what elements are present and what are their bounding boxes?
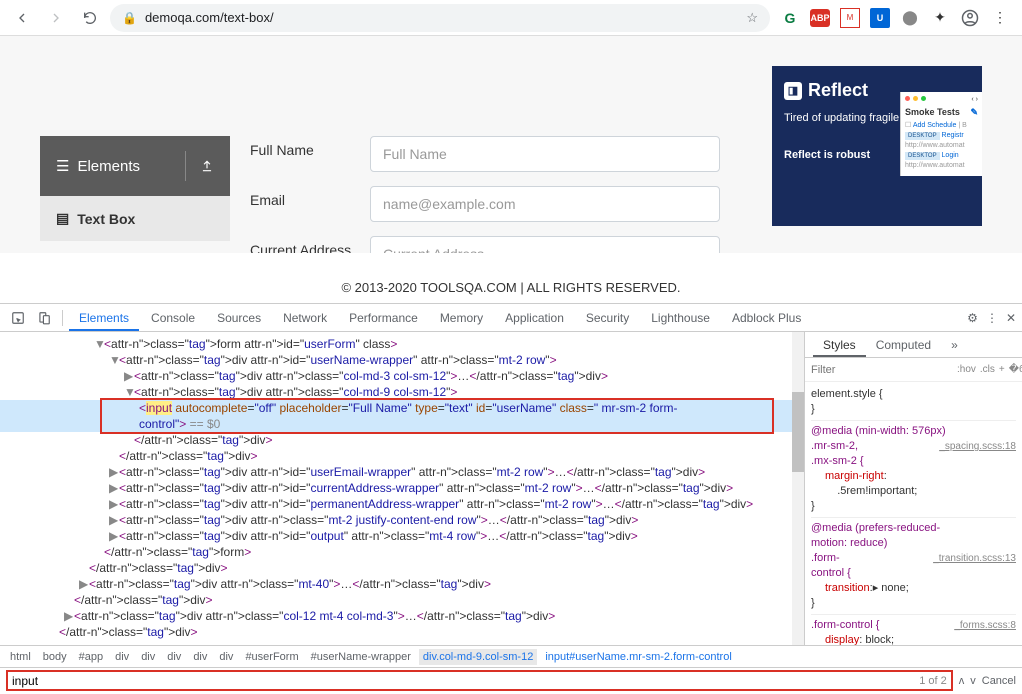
grammarly-icon[interactable]: G [780, 8, 800, 28]
menu-icon: ☰ [56, 157, 69, 175]
tab-memory[interactable]: Memory [430, 305, 493, 331]
sidebar-elements-header[interactable]: ☰ Elements [40, 136, 230, 196]
forward-button[interactable] [42, 4, 70, 32]
hov-toggle[interactable]: :hov [957, 364, 976, 375]
tab-lighthouse[interactable]: Lighthouse [641, 305, 720, 331]
tab-network[interactable]: Network [273, 305, 337, 331]
tab-security[interactable]: Security [576, 305, 639, 331]
styles-panel: Styles Computed » :hov .cls + �более ele… [804, 332, 1022, 645]
menu-icon[interactable]: ⋮ [990, 8, 1010, 28]
add-rule[interactable]: + [999, 364, 1005, 375]
more-styles-tabs[interactable]: » [941, 333, 968, 357]
sidebar: ☰ Elements ▤ Text Box [40, 66, 230, 253]
sidebar-item-textbox[interactable]: ▤ Text Box [40, 196, 230, 241]
tab-console[interactable]: Console [141, 305, 205, 331]
adblock-icon[interactable]: ABP [810, 9, 830, 27]
tab-performance[interactable]: Performance [339, 305, 428, 331]
close-devtools-icon[interactable]: ✕ [1006, 311, 1016, 325]
search-next-icon[interactable]: v [970, 675, 976, 687]
form-area: Full Name Full Name Email name@example.c… [250, 66, 752, 253]
url-text: demoqa.com/text-box/ [145, 10, 274, 25]
reload-button[interactable] [76, 4, 104, 32]
search-cancel[interactable]: Cancel [982, 675, 1016, 687]
profile-icon[interactable] [960, 8, 980, 28]
sidebar-item-label: Text Box [77, 211, 135, 227]
tab-elements[interactable]: Elements [69, 305, 139, 331]
dom-tree[interactable]: ▼<attr-n">class="tag">form attr-n">id="u… [0, 332, 804, 645]
record-icon[interactable]: ⬤ [900, 8, 920, 28]
back-button[interactable] [8, 4, 36, 32]
dom-breadcrumb[interactable]: htmlbody#appdivdivdivdivdiv#userForm#use… [0, 645, 1022, 667]
styles-rules[interactable]: element.style {}@media (min-width: 576px… [805, 382, 1022, 645]
ad-panel: ‹ › Smoke Tests✎ ☐ Add Schedule | B DESK… [900, 92, 982, 176]
search-prev-icon[interactable]: ʌ [959, 675, 965, 687]
address-label: Current Address [250, 236, 370, 253]
email-input[interactable]: name@example.com [370, 186, 720, 222]
tab-application[interactable]: Application [495, 305, 574, 331]
more-icon[interactable]: ⋮ [986, 311, 998, 325]
page-footer: © 2013-2020 TOOLSQA.COM | ALL RIGHTS RES… [0, 253, 1022, 303]
inspect-icon[interactable] [6, 311, 30, 325]
extension-u-icon[interactable]: U [870, 8, 890, 28]
textbox-icon: ▤ [56, 210, 69, 227]
tab-adblock[interactable]: Adblock Plus [722, 305, 811, 331]
devtools: Elements Console Sources Network Perform… [0, 303, 1022, 693]
reflect-logo-icon: ◨ [784, 82, 802, 100]
lock-icon: 🔒 [122, 11, 137, 25]
ad-reflect[interactable]: ◨Reflect Tired of updating fragile test … [772, 66, 982, 226]
star-icon[interactable]: ☆ [746, 10, 758, 26]
mcafee-icon[interactable]: M [840, 8, 860, 28]
fullname-label: Full Name [250, 136, 370, 158]
settings-icon[interactable]: ⚙ [967, 311, 978, 325]
email-label: Email [250, 186, 370, 208]
styles-tab[interactable]: Styles [813, 333, 866, 357]
cls-toggle[interactable]: .cls [980, 364, 995, 375]
styles-more-icon[interactable]: �более [1009, 364, 1022, 375]
tab-sources[interactable]: Sources [207, 305, 271, 331]
address-bar[interactable]: 🔒 demoqa.com/text-box/ ☆ [110, 4, 770, 32]
sidebar-heading: Elements [77, 158, 140, 175]
page-content: ☰ Elements ▤ Text Box Full Name Full Name… [0, 36, 1022, 253]
extensions-icon[interactable]: ✦ [930, 8, 950, 28]
search-count: 1 of 2 [919, 675, 947, 687]
styles-filter-input[interactable] [811, 364, 953, 376]
devtools-tabs: Elements Console Sources Network Perform… [0, 304, 1022, 332]
search-bar: 1 of 2 ʌ v Cancel [0, 667, 1022, 693]
address-input[interactable]: Current Address [370, 236, 720, 253]
ad-brand: Reflect [808, 80, 868, 101]
collapse-icon[interactable] [185, 151, 214, 181]
computed-tab[interactable]: Computed [866, 333, 941, 357]
extension-icons: G ABP M U ⬤ ✦ ⋮ [776, 8, 1014, 28]
search-input[interactable] [12, 674, 919, 688]
browser-toolbar: 🔒 demoqa.com/text-box/ ☆ G ABP M U ⬤ ✦ ⋮ [0, 0, 1022, 36]
fullname-input[interactable]: Full Name [370, 136, 720, 172]
device-icon[interactable] [32, 311, 56, 325]
